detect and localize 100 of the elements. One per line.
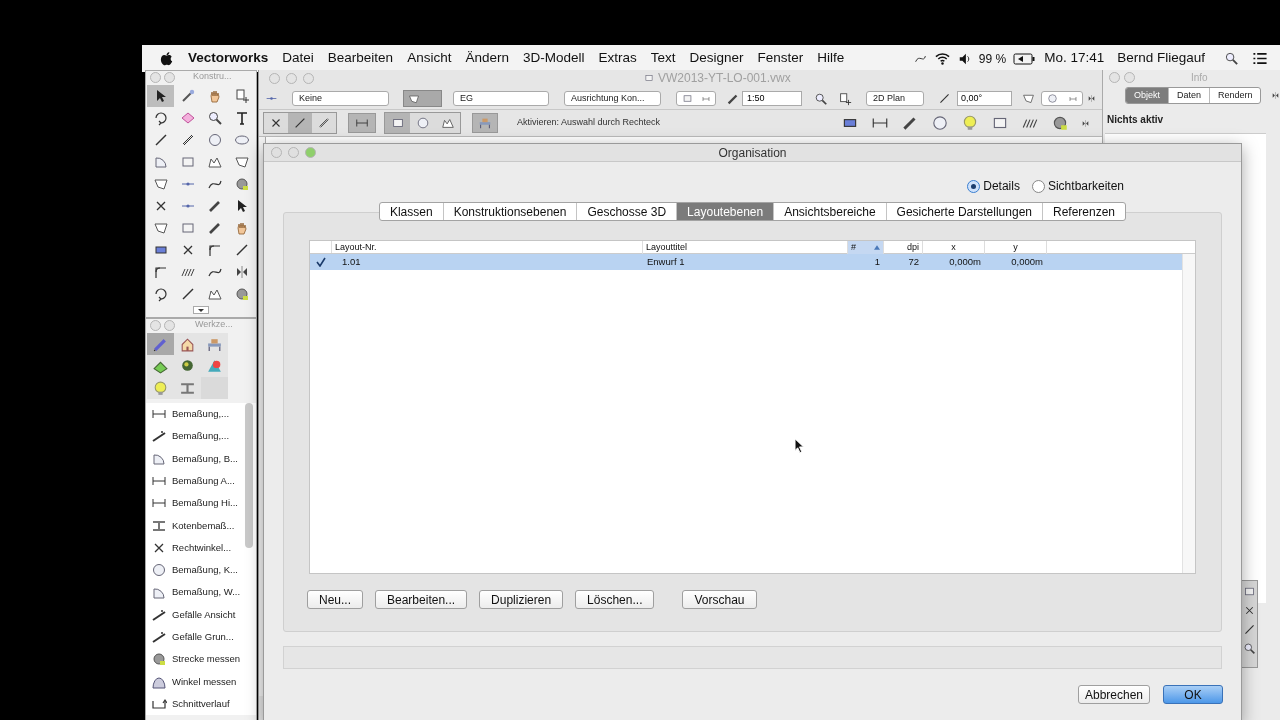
caret-icon <box>198 308 204 312</box>
list-icon[interactable] <box>1252 51 1268 66</box>
tool-item[interactable]: Bemaßung Hi... <box>146 492 256 515</box>
table-row[interactable]: 1.01 Enwurf 1 1 72 0,000m 0,000m <box>310 254 1182 270</box>
slope-icon <box>151 629 167 646</box>
ellipse-icon[interactable] <box>234 132 251 148</box>
search-icon[interactable] <box>1224 51 1239 66</box>
checkmark-icon[interactable] <box>316 257 326 267</box>
tool-item[interactable]: Bemaßung A... <box>146 469 256 493</box>
dialog-button[interactable]: Duplizieren <box>479 590 564 609</box>
circle-icon[interactable] <box>207 132 223 148</box>
tab[interactable]: Daten <box>1168 88 1210 103</box>
tab[interactable]: Referenzen <box>1042 203 1126 220</box>
tab[interactable]: Ansichtsbereiche <box>773 203 886 220</box>
tab[interactable]: Objekt <box>1126 88 1168 103</box>
scrollbar-thumb[interactable] <box>245 403 253 548</box>
rotate-icon[interactable] <box>152 110 169 126</box>
arc-icon[interactable] <box>152 154 169 170</box>
dropdown[interactable]: 2D Plan <box>866 91 924 106</box>
battery-icon[interactable] <box>1013 52 1036 65</box>
speaker-icon[interactable] <box>957 51 972 66</box>
dialog-button[interactable]: Bearbeiten... <box>375 590 468 609</box>
tool-item[interactable]: Bemaßung, W... <box>146 581 256 604</box>
menu-item[interactable]: Ändern <box>458 48 516 69</box>
scale-field[interactable]: 1:50 <box>742 91 802 106</box>
tool-item[interactable]: Bemaßung, B... <box>146 447 256 470</box>
radio-label[interactable]: Sichtbarkeiten <box>1047 177 1124 195</box>
cancel-button[interactable]: Abbrechen <box>1078 685 1150 704</box>
circle-icon <box>1047 93 1058 104</box>
rotation-field[interactable]: 0,00° <box>957 91 1012 106</box>
dropdown[interactable]: Ausrichtung Kon... <box>564 91 661 106</box>
table-cell-text: 72 <box>907 254 920 269</box>
dropdown[interactable]: Keine <box>292 91 389 106</box>
menu-item[interactable]: Hilfe <box>810 48 852 69</box>
zoom-icon[interactable] <box>814 91 828 106</box>
align-button[interactable] <box>348 113 376 133</box>
apple-logo-icon[interactable] <box>159 51 174 66</box>
palette-title: Info <box>1191 70 1208 85</box>
column-header[interactable]: # <box>848 241 884 254</box>
app-menu[interactable]: Vectorworks <box>181 48 276 69</box>
tool-item[interactable]: Winkel messen <box>146 670 256 693</box>
tool-item[interactable]: Gefälle Grun... <box>146 625 256 649</box>
tool-item[interactable]: Kotenbemaß... <box>146 514 256 537</box>
menu-item[interactable]: Extras <box>591 48 644 69</box>
tab[interactable]: Konstruktionsebenen <box>442 203 577 220</box>
slash-icon[interactable] <box>1242 623 1256 636</box>
tool-item[interactable]: Strecke messen <box>146 648 256 671</box>
square-icon[interactable] <box>1242 585 1256 598</box>
wifi-icon[interactable] <box>933 51 951 66</box>
tab[interactable]: Gesicherte Darstellungen <box>885 203 1042 220</box>
menu-item[interactable]: Ansicht <box>400 48 459 69</box>
tool-item[interactable]: Bemaßung,... <box>146 403 256 426</box>
zoom-icon[interactable] <box>207 110 223 126</box>
shapes-icon <box>206 357 223 375</box>
polygon-icon <box>440 116 455 130</box>
pipette-icon[interactable] <box>207 198 223 214</box>
table-cell-text: Enwurf 1 <box>646 254 686 269</box>
menu-item[interactable]: Text <box>643 48 683 69</box>
layers-button[interactable] <box>403 90 442 107</box>
tab[interactable]: Klassen <box>379 203 443 220</box>
tool-item[interactable]: Rechtwinkel... <box>146 536 256 560</box>
dialog-button[interactable]: Löschen... <box>575 590 655 609</box>
palette-title: Werkze... <box>195 318 233 332</box>
menu-clock[interactable]: Mo. 17:41 <box>1044 48 1105 69</box>
pen-icon[interactable] <box>901 114 919 132</box>
selection-mode-button[interactable] <box>385 113 410 133</box>
mouse-cursor-icon <box>794 438 805 454</box>
plane-icon[interactable] <box>179 110 196 126</box>
tool-item[interactable]: Bemaßung, K... <box>146 559 256 582</box>
hand-icon[interactable] <box>207 88 223 104</box>
stepper-icon <box>1069 94 1077 103</box>
dialog-button[interactable]: Neu... <box>307 590 363 609</box>
radio-button[interactable] <box>1031 179 1045 193</box>
dialog-button[interactable]: Vorschau <box>682 590 757 609</box>
radio-label[interactable]: Details <box>983 177 1020 195</box>
rect-icon <box>682 93 693 104</box>
rectangle-icon <box>390 116 405 130</box>
tab[interactable]: Rendern <box>1209 88 1261 103</box>
menu-item[interactable]: Fenster <box>750 48 811 69</box>
ok-button[interactable]: OK <box>1163 685 1223 704</box>
polygon-icon[interactable] <box>234 154 251 170</box>
mode-hint: Aktivieren: Auswahl durch Rechteck <box>517 116 661 130</box>
tool-item[interactable]: Bemaßung,... <box>146 425 256 448</box>
dropdown[interactable]: EG <box>453 91 549 106</box>
table-cell-text: 1.01 <box>341 254 362 269</box>
tool-item[interactable]: Gefälle Ansicht <box>146 603 256 626</box>
rotate-icon[interactable] <box>152 286 169 302</box>
menu-item[interactable]: Datei <box>275 48 321 69</box>
tool-item[interactable]: Schnittverlauf <box>146 692 256 716</box>
crosshair-icon[interactable] <box>234 88 251 104</box>
menu-item[interactable]: Bearbeiten <box>320 48 401 69</box>
tab[interactable]: Layoutebenen <box>676 203 774 220</box>
user-name[interactable]: Bernd Fliegauf <box>1117 48 1205 69</box>
menu-item[interactable]: 3D-Modell <box>515 48 592 69</box>
stepper-icon <box>702 94 710 103</box>
menu-item[interactable]: Designer <box>682 48 751 69</box>
document-icon <box>644 73 654 83</box>
radio-button[interactable] <box>967 179 981 193</box>
table-cell-text: 0,000m <box>1010 254 1044 269</box>
disclosure-button[interactable] <box>193 306 209 314</box>
